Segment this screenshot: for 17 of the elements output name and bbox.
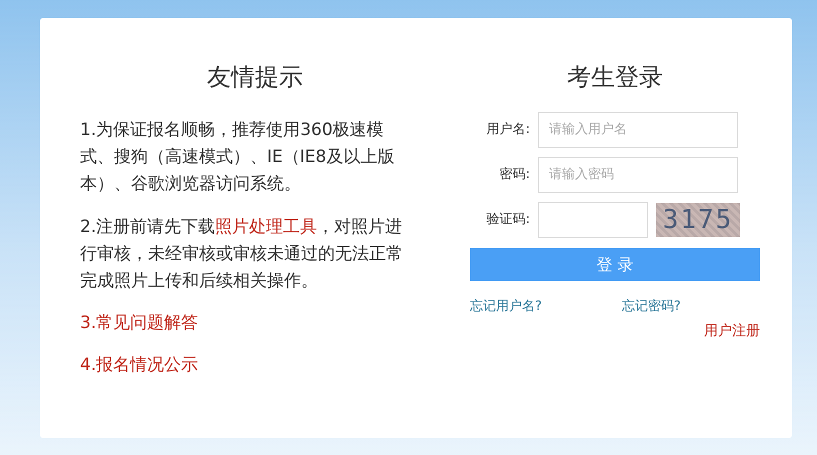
notice-title: 友情提示 xyxy=(206,62,304,93)
field-label: 验证码: xyxy=(486,210,530,229)
forgot-password-link[interactable]: 忘记密码? xyxy=(622,297,681,317)
notice-paragraph: 2.注册前请先下载照片处理工具，对照片进行审核，未经审核或审核未通过的无法正常完成照片上传和后续相关操作。 xyxy=(80,216,404,294)
captcha-field[interactable] xyxy=(538,202,648,238)
username-field[interactable]: 请输入用户名 xyxy=(538,112,738,148)
notice-link[interactable]: 4.报名情况公示 xyxy=(80,352,198,378)
password-field[interactable]: 请输入密码 xyxy=(538,156,738,193)
field-label: 用户名: xyxy=(486,120,530,139)
field-label: 密码: xyxy=(498,166,530,184)
notice-link[interactable]: 3.常见问题解答 xyxy=(80,311,198,337)
notice-paragraph: 1.为保证报名顺畅，推荐使用360极速模式、搜狗（高速模式）、IE（IE8及以上版本）、谷歌浏览器访问系统。 xyxy=(80,119,396,196)
register-link[interactable]: 用户注册 xyxy=(704,320,760,342)
login-title: 考生登录 xyxy=(566,62,664,93)
tool-download-link[interactable]: 照片处理工具 xyxy=(215,217,318,238)
forgot-username-link[interactable]: 忘记用户名? xyxy=(470,297,542,317)
captcha-image[interactable]: 3175 xyxy=(656,202,740,237)
